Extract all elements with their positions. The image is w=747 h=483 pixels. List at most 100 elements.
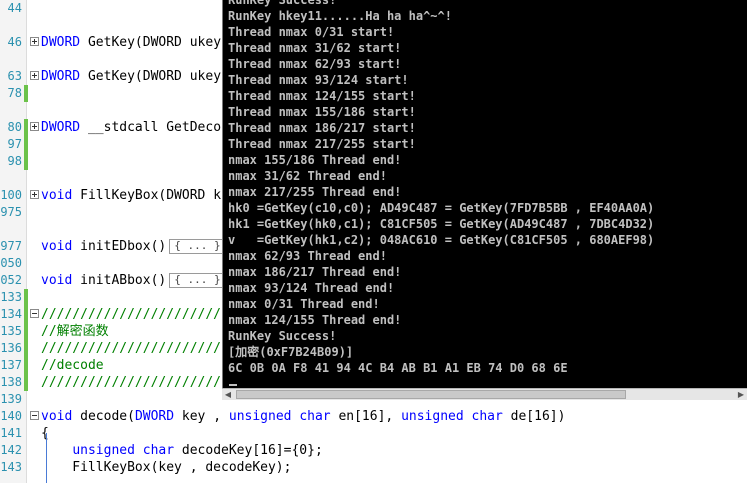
editor-line[interactable]: 143 FillKeyBox(key , decodeKey);	[0, 459, 747, 476]
block-guide-line	[46, 433, 47, 483]
code-text: DWORD GetKey(DWORD ukey	[41, 68, 221, 85]
console-line: Thread nmax 217/255 start!	[228, 137, 416, 151]
code-text: {	[41, 425, 49, 442]
console-line: Thread nmax 155/186 start!	[228, 105, 416, 119]
console-line: [加密(0xF7B24B09)]	[228, 345, 354, 359]
line-number: 050	[0, 256, 22, 270]
line-number: 140	[0, 409, 22, 423]
change-marker	[24, 340, 28, 357]
expand-plus-icon[interactable]	[30, 71, 39, 80]
code-text: void FillKeyBox(DWORD k	[41, 187, 221, 204]
keyword-token: DWORD	[41, 35, 81, 50]
keyword-token: void	[41, 188, 73, 203]
line-number: 142	[0, 443, 22, 457]
code-text: //解密函数	[41, 323, 109, 340]
code-text: DWORD __stdcall GetDeco	[41, 119, 221, 136]
change-marker	[24, 119, 28, 136]
horizontal-scrollbar[interactable]: ◀ ▶	[222, 388, 747, 400]
code-token: initABbox()	[72, 273, 167, 288]
collapse-minus-icon[interactable]	[30, 309, 39, 318]
console-line: Thread nmax 93/124 start!	[228, 73, 409, 87]
scroll-right-arrow-icon[interactable]: ▶	[735, 389, 747, 400]
line-number: 80	[7, 120, 22, 134]
console-line: Thread nmax 62/93 start!	[228, 57, 402, 71]
line-number: 137	[0, 358, 22, 372]
line-number: 052	[0, 273, 22, 287]
expand-plus-icon[interactable]	[30, 122, 39, 131]
line-number: 139	[0, 392, 22, 406]
line-number: 143	[0, 460, 22, 474]
console-line: Thread nmax 124/155 start!	[228, 89, 416, 103]
editor-line[interactable]: 140 void decode(DWORD key , unsigned char…	[0, 408, 747, 425]
console-line: Thread nmax 0/31 start!	[228, 25, 395, 39]
comment-token: //解密函数	[41, 324, 109, 339]
comment-token: ///////////////////////	[41, 341, 222, 356]
console-line: nmax 93/124 Thread end!	[228, 281, 395, 295]
line-number: 100	[0, 188, 22, 202]
code-token: en[16],	[330, 409, 402, 424]
code-text: unsigned char decodeKey[16]={0};	[41, 442, 323, 459]
console-line: nmax 155/186 Thread end!	[228, 153, 402, 167]
console-line: v =GetKey(hk1,c2); 048AC610 = GetKey(C81…	[228, 233, 655, 247]
collapse-minus-icon[interactable]	[30, 411, 39, 420]
code-token: decodeKey[16]={0};	[174, 443, 323, 458]
editor-line[interactable]: 142 unsigned char decodeKey[16]={0};	[0, 442, 747, 459]
code-token: de[16])	[502, 409, 566, 424]
code-token: __stdcall GetDeco	[80, 120, 222, 135]
line-number: 133	[0, 290, 22, 304]
collapsed-block-box[interactable]: { ... }	[169, 239, 226, 254]
scroll-left-arrow-icon[interactable]: ◀	[222, 389, 234, 400]
keyword-token: void	[41, 409, 73, 424]
code-token: FillKeyBox(key , decodeKey);	[41, 460, 292, 475]
expand-plus-icon[interactable]	[30, 37, 39, 46]
code-text: //decode	[41, 357, 104, 374]
console-line: hk1 =GetKey(hk0,c1); C81CF505 = GetKey(A…	[228, 217, 655, 231]
line-number: 977	[0, 239, 22, 253]
code-token: key ,	[174, 409, 229, 424]
console-line: 6C 0B 0A F8 41 94 4C B4 AB B1 A1 EB 74 D…	[228, 361, 568, 375]
code-text: void initEDbox(){ ... }	[41, 238, 226, 255]
keyword-token: unsigned char	[228, 409, 331, 424]
change-marker	[24, 153, 28, 170]
line-number: 44	[7, 1, 22, 15]
console-line: nmax 62/93 Thread end!	[228, 249, 387, 263]
console-line: RunKey hkey11......Ha ha ha^~^!	[228, 9, 452, 23]
console-line: Thread nmax 31/62 start!	[228, 41, 402, 55]
keyword-token: void	[41, 239, 73, 254]
keyword-token: unsigned char	[72, 443, 175, 458]
line-number: 134	[0, 307, 22, 321]
line-number: 975	[0, 205, 22, 219]
console-line: nmax 124/155 Thread end!	[228, 313, 402, 327]
comment-token: ///////////////////////	[41, 375, 222, 390]
line-number: 97	[7, 137, 22, 151]
change-marker	[24, 306, 28, 323]
change-marker	[24, 357, 28, 374]
console-window[interactable]: RunKey Success! RunKey hkey11......Ha ha …	[222, 0, 747, 388]
line-number: 141	[0, 426, 22, 440]
code-token: initEDbox()	[72, 239, 167, 254]
console-line: nmax 31/62 Thread end!	[228, 169, 387, 183]
keyword-token: DWORD	[134, 409, 175, 424]
console-line: hk0 =GetKey(c10,c0); AD49C487 = GetKey(7…	[228, 201, 655, 215]
line-number: 46	[7, 35, 22, 49]
line-number: 78	[7, 86, 22, 100]
console-line: nmax 0/31 Thread end!	[228, 297, 380, 311]
line-number: 136	[0, 341, 22, 355]
code-token: FillKeyBox(DWORD k	[72, 188, 222, 203]
code-text: ///////////////////////	[41, 340, 221, 357]
editor-line[interactable]: 141 {	[0, 425, 747, 442]
collapsed-block-box[interactable]: { ... }	[169, 273, 226, 288]
code-text: void initABbox(){ ... }	[41, 272, 226, 289]
scroll-thumb[interactable]	[236, 390, 626, 399]
change-marker	[24, 136, 28, 153]
change-marker	[24, 323, 28, 340]
change-marker	[24, 85, 28, 102]
code-token: GetKey(DWORD ukey	[80, 69, 222, 84]
code-text: ///////////////////////	[41, 306, 221, 323]
console-cursor	[229, 384, 237, 386]
line-number: 138	[0, 375, 22, 389]
console-line: nmax 217/255 Thread end!	[228, 185, 402, 199]
expand-plus-icon[interactable]	[30, 190, 39, 199]
console-line: Thread nmax 186/217 start!	[228, 121, 416, 135]
code-text: FillKeyBox(key , decodeKey);	[41, 459, 291, 476]
